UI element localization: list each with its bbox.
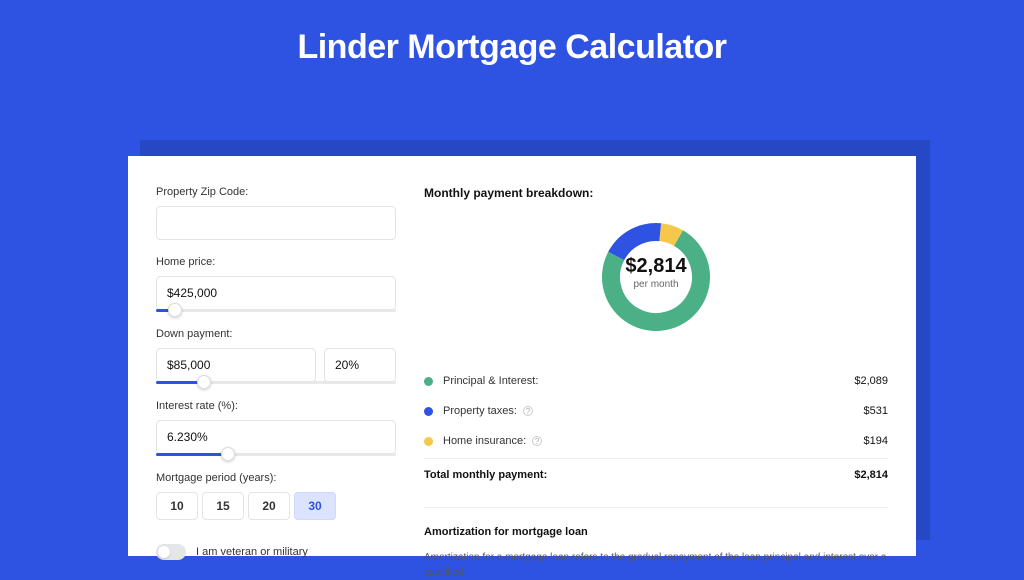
legend-label: Principal & Interest:: [443, 375, 538, 387]
amortization-section: Amortization for mortgage loan Amortizat…: [424, 507, 888, 580]
legend-row-insurance: Home insurance: ? $194: [424, 426, 888, 456]
veteran-row: I am veteran or military: [156, 544, 396, 560]
period-label: Mortgage period (years):: [156, 472, 396, 484]
down-label: Down payment:: [156, 328, 396, 340]
inputs-column: Property Zip Code: Home price: Down paym…: [156, 186, 396, 526]
zip-field: Property Zip Code:: [156, 186, 396, 240]
period-btn-20[interactable]: 20: [248, 492, 290, 520]
amortization-title: Amortization for mortgage loan: [424, 526, 888, 538]
dot-icon: [424, 437, 433, 446]
total-row: Total monthly payment: $2,814: [424, 458, 888, 495]
period-btn-15[interactable]: 15: [202, 492, 244, 520]
legend-label: Property taxes:: [443, 405, 517, 417]
rate-slider-fill: [156, 453, 228, 456]
down-input[interactable]: [156, 348, 316, 382]
period-buttons: 10 15 20 30: [156, 492, 396, 520]
legend-label: Home insurance:: [443, 435, 526, 447]
total-value: $2,814: [854, 469, 888, 481]
calculator-card: Property Zip Code: Home price: Down paym…: [128, 156, 916, 556]
period-btn-10[interactable]: 10: [156, 492, 198, 520]
down-slider[interactable]: [156, 381, 396, 384]
breakdown-title: Monthly payment breakdown:: [424, 186, 888, 200]
down-slider-thumb[interactable]: [197, 375, 211, 389]
rate-label: Interest rate (%):: [156, 400, 396, 412]
price-slider[interactable]: [156, 309, 396, 312]
price-input[interactable]: [156, 276, 396, 310]
legend-row-principal: Principal & Interest: $2,089: [424, 366, 888, 396]
donut-chart: $2,814 per month: [424, 214, 888, 340]
down-pct-input[interactable]: [324, 348, 396, 382]
donut-center-value: $2,814: [616, 255, 696, 278]
zip-input[interactable]: [156, 206, 396, 240]
total-label: Total monthly payment:: [424, 469, 854, 481]
legend-value: $531: [864, 405, 888, 417]
legend-value: $194: [864, 435, 888, 447]
legend-value: $2,089: [854, 375, 888, 387]
donut-center-sub: per month: [616, 279, 696, 290]
down-field: Down payment:: [156, 328, 396, 384]
rate-input[interactable]: [156, 420, 396, 454]
period-field: Mortgage period (years): 10 15 20 30: [156, 472, 396, 520]
rate-field: Interest rate (%):: [156, 400, 396, 456]
zip-label: Property Zip Code:: [156, 186, 396, 198]
rate-slider-thumb[interactable]: [221, 447, 235, 461]
info-icon[interactable]: ?: [532, 436, 542, 446]
price-label: Home price:: [156, 256, 396, 268]
veteran-label: I am veteran or military: [196, 546, 308, 558]
price-slider-thumb[interactable]: [168, 303, 182, 317]
price-field: Home price:: [156, 256, 396, 312]
legend-row-taxes: Property taxes: ? $531: [424, 396, 888, 426]
page-title: Linder Mortgage Calculator: [0, 0, 1024, 93]
dot-icon: [424, 377, 433, 386]
results-column: Monthly payment breakdown: $2,814 per mo…: [424, 186, 888, 526]
amortization-text: Amortization for a mortgage loan refers …: [424, 550, 888, 580]
veteran-toggle[interactable]: [156, 544, 186, 560]
dot-icon: [424, 407, 433, 416]
info-icon[interactable]: ?: [523, 406, 533, 416]
period-btn-30[interactable]: 30: [294, 492, 336, 520]
rate-slider[interactable]: [156, 453, 396, 456]
